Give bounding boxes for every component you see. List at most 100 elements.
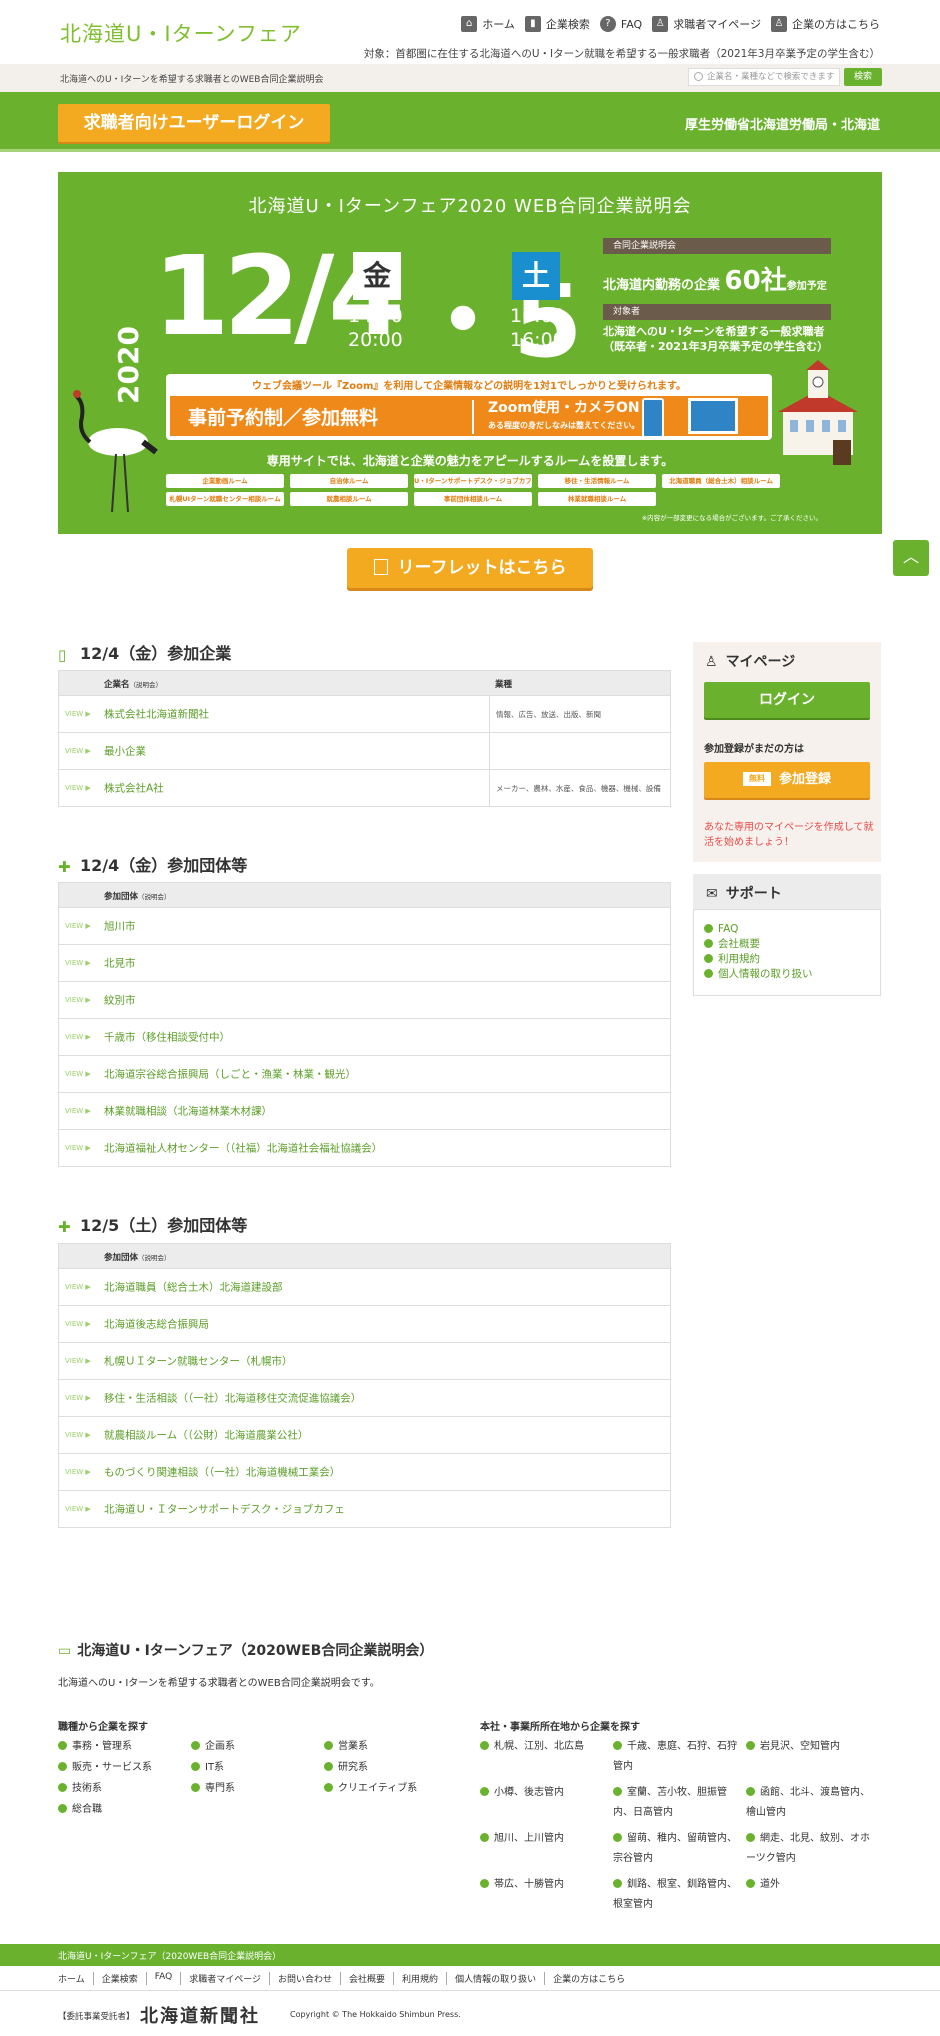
- group-name[interactable]: 林業就職相談（北海道林業木材課）: [104, 1104, 272, 1119]
- company-name[interactable]: 株式会社北海道新聞社: [104, 707, 209, 722]
- job-link[interactable]: 技術系: [58, 1779, 191, 1794]
- table-row[interactable]: VIEW ▶ ものづくり関連相談（（一社）北海道機械工業会）: [59, 1453, 670, 1490]
- footer-link[interactable]: 会社概要: [340, 1972, 393, 1985]
- table-row[interactable]: VIEW ▶ 北海道後志総合振興局: [59, 1305, 670, 1342]
- job-link[interactable]: IT系: [191, 1758, 324, 1773]
- reservation-text: 事前予約制／参加無料: [188, 407, 379, 429]
- company-name[interactable]: 最小企業: [104, 744, 146, 759]
- table-row[interactable]: VIEW ▶ 北海道宗谷総合振興局（しごと・漁業・林業・観光）: [59, 1055, 670, 1092]
- footer-link[interactable]: ホーム: [58, 1972, 93, 1985]
- support-link-company[interactable]: 会社概要: [704, 937, 813, 952]
- group-name[interactable]: 旭川市: [104, 919, 136, 934]
- area-link[interactable]: 室蘭、苫小牧、胆振管内、日高管内: [613, 1783, 746, 1823]
- table-row[interactable]: VIEW ▶ 最小企業: [59, 732, 670, 769]
- footer-link[interactable]: 利用規約: [393, 1972, 446, 1985]
- footer-link[interactable]: 個人情報の取り扱い: [446, 1972, 544, 1985]
- table-row[interactable]: VIEW ▶ 株式会社A社 メーカー、農林、水産、食品、機器、機械、設備: [59, 769, 670, 806]
- table-row[interactable]: VIEW ▶ 北海道福祉人材センター（（社福）北海道社会福祉協議会）: [59, 1129, 670, 1166]
- group-name[interactable]: 北海道宗谷総合振興局（しごと・漁業・林業・観光）: [104, 1067, 356, 1082]
- table-row[interactable]: VIEW ▶ 札幌ＵＩターン就職センター（札幌市）: [59, 1342, 670, 1379]
- group-name[interactable]: 北見市: [104, 956, 136, 971]
- group-name[interactable]: 北海道職員（総合土木）北海道建設部: [104, 1280, 283, 1295]
- support-link-faq[interactable]: FAQ: [704, 922, 813, 937]
- table-row[interactable]: VIEW ▶ 北見市: [59, 944, 670, 981]
- nav-label: ホーム: [482, 18, 515, 31]
- area-link[interactable]: 留萌、稚内、留萌管内、宗谷管内: [613, 1829, 746, 1869]
- row-arrow: VIEW ▶: [65, 1394, 91, 1402]
- group-name[interactable]: 千歳市（移住相談受付中）: [104, 1030, 230, 1045]
- footer-link[interactable]: お問い合わせ: [269, 1972, 340, 1985]
- job-link[interactable]: 販売・サービス系: [58, 1758, 191, 1773]
- job-link[interactable]: クリエイティブ系: [324, 1779, 457, 1794]
- section-title-companies: ▯ 12/4（金）参加企業: [58, 640, 231, 664]
- company-industry: メーカー、農林、水産、食品、機器、機械、設備: [489, 770, 661, 806]
- group-name[interactable]: 北海道後志総合振興局: [104, 1317, 209, 1332]
- nav-mypage[interactable]: ♙ 求職者マイページ: [652, 16, 761, 32]
- footer-link[interactable]: 企業検索: [92, 1972, 146, 1985]
- nav-company[interactable]: ♙ 企業の方はこちら: [771, 16, 880, 32]
- group-name[interactable]: 就農相談ルーム（（公財）北海道農業公社）: [104, 1428, 308, 1443]
- table-row[interactable]: VIEW ▶ 移住・生活相談（（一社）北海道移住交流促進協議会）: [59, 1379, 670, 1416]
- col-group: 参加団体（説明会）: [104, 890, 171, 902]
- company-name[interactable]: 株式会社A社: [104, 781, 164, 796]
- group-name[interactable]: 北海道Ｕ・Ｉターンサポートデスク・ジョブカフェ: [104, 1502, 345, 1517]
- job-link[interactable]: 営業系: [324, 1737, 457, 1752]
- area-link[interactable]: 釧路、根室、釧路管内、根室管内: [613, 1875, 746, 1915]
- table-row[interactable]: VIEW ▶ 林業就職相談（北海道林業木材課）: [59, 1092, 670, 1129]
- job-link[interactable]: 事務・管理系: [58, 1737, 191, 1752]
- nav-home[interactable]: ⌂ ホーム: [461, 16, 515, 32]
- group-name[interactable]: 移住・生活相談（（一社）北海道移住交流促進協議会）: [104, 1391, 361, 1406]
- job-link[interactable]: 専門系: [191, 1779, 324, 1794]
- zoom-head: ウェブ会議ツール『Zoom』を利用して企業情報などの説明を1対1でしっかりと受け…: [251, 381, 687, 392]
- site-logo[interactable]: 北海道U・Iターンフェア: [60, 18, 302, 48]
- support-link-terms[interactable]: 利用規約: [704, 952, 813, 967]
- table-row[interactable]: VIEW ▶ 就農相談ルーム（（公財）北海道農業公社）: [59, 1416, 670, 1453]
- support-title-text: サポート: [725, 886, 782, 902]
- phone-icon: [642, 398, 664, 438]
- nav-faq[interactable]: ? FAQ: [599, 16, 642, 32]
- search-input[interactable]: 企業名・業種などで検索できます: [688, 68, 840, 86]
- envelope-icon: ✉: [706, 886, 718, 902]
- user-login-button[interactable]: 求職者向けユーザーログイン: [58, 104, 330, 142]
- footer-link[interactable]: 求職者マイページ: [180, 1972, 269, 1985]
- area-link[interactable]: 道外: [746, 1875, 879, 1915]
- table-row[interactable]: VIEW ▶ 株式会社北海道新聞社 情報、広告、放送、出版、新聞: [59, 695, 670, 732]
- support-link-privacy[interactable]: 個人情報の取り扱い: [704, 967, 813, 982]
- group-name[interactable]: ものづくり関連相談（（一社）北海道機械工業会）: [104, 1465, 340, 1480]
- col-sublabel: （説明会）: [138, 1254, 171, 1262]
- area-link[interactable]: 札幌、江別、北広島: [480, 1737, 613, 1777]
- footer-link[interactable]: FAQ: [145, 1972, 180, 1985]
- job-link[interactable]: 研究系: [324, 1758, 457, 1773]
- area-link[interactable]: 函館、北斗、渡島管内、檜山管内: [746, 1783, 879, 1823]
- job-link[interactable]: 企画系: [191, 1737, 324, 1752]
- job-link[interactable]: 総合職: [58, 1800, 191, 1815]
- area-link[interactable]: 帯広、十勝管内: [480, 1875, 613, 1915]
- nav-company-search[interactable]: ▮ 企業検索: [524, 16, 590, 32]
- area-link[interactable]: 旭川、上川管内: [480, 1829, 613, 1869]
- table-row[interactable]: VIEW ▶ 北海道Ｕ・Ｉターンサポートデスク・ジョブカフェ: [59, 1490, 670, 1527]
- login-button[interactable]: ログイン: [704, 682, 870, 718]
- banner-label-fair: 合同企業説明会: [603, 238, 831, 254]
- nav-label: 企業検索: [545, 18, 590, 31]
- table-row[interactable]: VIEW ▶ 紋別市: [59, 981, 670, 1018]
- table-row[interactable]: VIEW ▶ 旭川市: [59, 907, 670, 944]
- area-link[interactable]: 小樽、後志管内: [480, 1783, 613, 1823]
- leaflet-button[interactable]: リーフレットはこちら: [347, 548, 593, 588]
- group-name[interactable]: 札幌ＵＩターン就職センター（札幌市）: [104, 1354, 292, 1369]
- row-arrow: VIEW ▶: [65, 1070, 91, 1078]
- footer-links: ホーム 企業検索 FAQ 求職者マイページ お問い合わせ 会社概要 利用規約 個…: [58, 1972, 633, 1985]
- newspaper-logo[interactable]: 北海道新聞社: [140, 2002, 260, 2028]
- row-arrow: VIEW ▶: [65, 1320, 91, 1328]
- table-row[interactable]: VIEW ▶ 北海道職員（総合土木）北海道建設部: [59, 1268, 670, 1305]
- group-name[interactable]: 紋別市: [104, 993, 136, 1008]
- banner-day1: 金: [353, 252, 401, 300]
- footer-link[interactable]: 企業の方はこちら: [544, 1972, 633, 1985]
- area-link[interactable]: 網走、北見、紋別、オホーツク管内: [746, 1829, 879, 1869]
- table-row[interactable]: VIEW ▶ 千歳市（移住相談受付中）: [59, 1018, 670, 1055]
- area-link[interactable]: 岩見沢、空知管内: [746, 1737, 879, 1777]
- area-link[interactable]: 千歳、恵庭、石狩、石狩管内: [613, 1737, 746, 1777]
- search-button[interactable]: 検索: [844, 68, 882, 86]
- group-name[interactable]: 北海道福祉人材センター（（社福）北海道社会福祉協議会）: [104, 1141, 382, 1156]
- register-button[interactable]: 無料 参加登録: [704, 762, 870, 798]
- back-to-top-button[interactable]: ︿: [893, 540, 929, 576]
